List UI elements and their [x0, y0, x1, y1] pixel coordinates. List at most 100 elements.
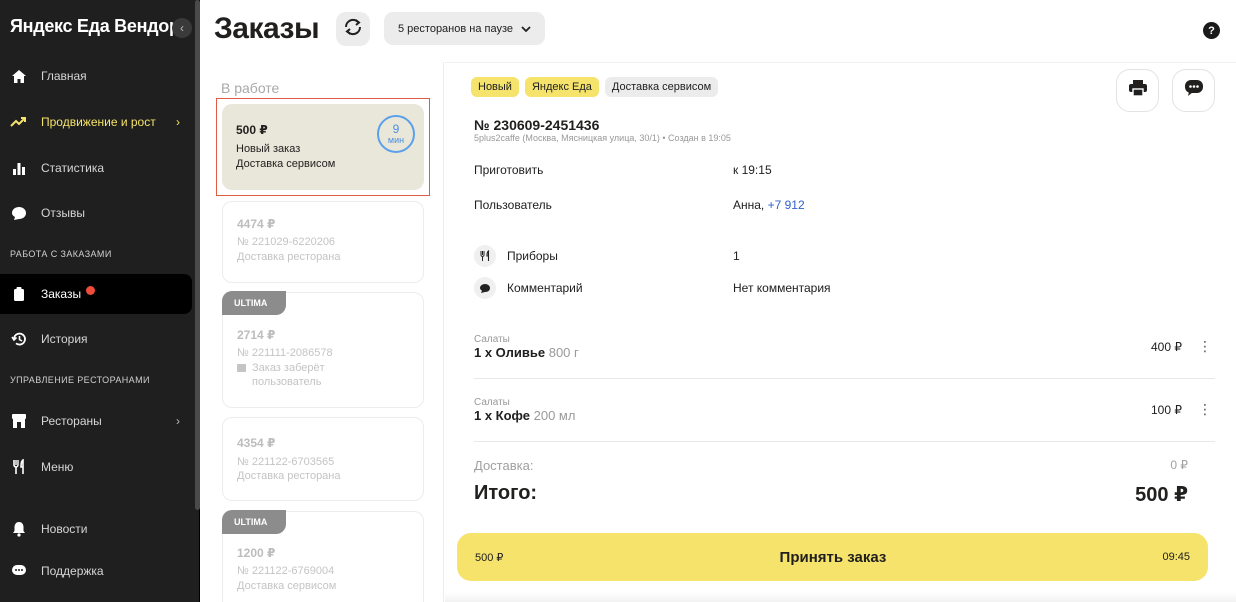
order-number: № 221029-6220206	[237, 236, 336, 248]
order-card[interactable]: 4474 ₽ № 221029-6220206 Доставка рестора…	[222, 201, 424, 283]
support-chat-icon	[10, 562, 28, 580]
bag-icon	[237, 364, 246, 373]
user-value: Анна, +7 912	[733, 198, 805, 212]
order-number: № 221122-6703565	[237, 456, 335, 468]
order-price: 1200 ₽	[237, 546, 276, 560]
item-weight: 800 г	[548, 345, 579, 360]
more-vertical-icon[interactable]: ⋮	[1198, 339, 1212, 353]
selection-highlight	[216, 98, 430, 196]
item-weight: 200 мл	[533, 408, 576, 423]
item-category: Салаты	[474, 334, 510, 345]
order-number: № 221111-2086578	[237, 347, 333, 359]
item-name: 1 x Кофе 200 мл	[474, 408, 576, 423]
divider	[474, 441, 1215, 442]
brand-logo[interactable]: Яндекс Еда Вендор	[10, 16, 180, 37]
order-delivery-type: Доставка ресторана	[237, 251, 341, 263]
sidebar-item-reviews[interactable]: Отзывы	[0, 193, 192, 233]
sidebar-item-label: Заказы	[41, 287, 82, 301]
sidebar-scrollbar[interactable]	[195, 0, 200, 510]
comment-value: Нет комментария	[733, 281, 831, 295]
sidebar-item-statistics[interactable]: Статистика	[0, 148, 192, 188]
paused-restaurants-dropdown[interactable]: 5 ресторанов на паузе	[384, 12, 546, 45]
accept-order-button[interactable]: 500 ₽ Принять заказ 09:45	[457, 533, 1208, 581]
help-icon[interactable]: ?	[1203, 22, 1220, 39]
sidebar-item-orders[interactable]: Заказы	[0, 274, 192, 314]
section-title-restaurants: УПРАВЛЕНИЕ РЕСТОРАНАМИ	[10, 375, 150, 385]
print-button[interactable]	[1116, 69, 1159, 112]
sidebar-item-restaurants[interactable]: Рестораны ›	[0, 401, 192, 441]
sidebar-item-label: Продвижение и рост	[41, 115, 156, 129]
order-price: 4474 ₽	[237, 217, 276, 231]
more-vertical-icon[interactable]: ⋮	[1198, 402, 1212, 416]
user-phone-link[interactable]: +7 912	[768, 198, 805, 212]
bar-chart-icon	[10, 159, 28, 177]
divider	[474, 378, 1215, 379]
orders-icon	[10, 285, 28, 303]
order-restaurant-info: 5plus2caffe (Москва, Мясницкая улица, 30…	[474, 133, 731, 143]
fork-knife-icon	[10, 458, 28, 476]
cutlery-value: 1	[733, 249, 740, 263]
order-number-title: № 230609-2451436	[474, 117, 600, 133]
prepare-value: к 19:15	[733, 163, 772, 177]
item-price: 400 ₽	[1151, 340, 1182, 354]
chevron-right-icon: ›	[176, 115, 180, 129]
printer-icon	[1128, 79, 1148, 102]
accept-price: 500 ₽	[475, 551, 504, 564]
total-value: 500 ₽	[1135, 484, 1188, 506]
order-delivery-type: Доставка сервисом	[237, 580, 337, 592]
user-label: Пользователь	[474, 198, 552, 212]
item-category: Салаты	[474, 397, 510, 408]
sidebar-item-menu[interactable]: Меню	[0, 447, 192, 487]
delivery-value: 0 ₽	[1170, 458, 1188, 472]
chat-icon	[1184, 79, 1204, 102]
cutlery-icon	[474, 245, 496, 267]
store-icon	[10, 412, 28, 430]
history-icon	[10, 330, 28, 348]
sidebar-item-label: Поддержка	[41, 564, 104, 578]
sidebar-item-news[interactable]: Новости	[0, 509, 192, 549]
sidebar-item-promotion[interactable]: Продвижение и рост ›	[0, 102, 192, 142]
sidebar-item-label: Статистика	[41, 161, 105, 175]
comment-label: Комментарий	[507, 281, 583, 295]
sidebar-item-label: История	[41, 332, 88, 346]
chevron-right-icon: ›	[176, 414, 180, 428]
sidebar-item-label: Главная	[41, 69, 87, 83]
sidebar-item-history[interactable]: История	[0, 319, 192, 359]
order-pickup-note-2: пользователь	[252, 376, 322, 388]
order-card[interactable]: 4354 ₽ № 221122-6703565 Доставка рестора…	[222, 417, 424, 501]
order-price: 2714 ₽	[237, 328, 276, 342]
sidebar: Яндекс Еда Вендор ‹ Главная Продвижение …	[0, 0, 200, 602]
paused-restaurants-label: 5 ресторанов на паузе	[398, 22, 514, 35]
total-label: Итого:	[474, 482, 538, 504]
comment-icon	[474, 277, 496, 299]
item-price: 100 ₽	[1151, 403, 1182, 417]
refresh-button[interactable]	[336, 12, 370, 46]
chevron-left-icon: ‹	[180, 21, 184, 35]
ultima-badge: ULTIMA	[222, 291, 286, 315]
accept-timer: 09:45	[1162, 551, 1190, 563]
ultima-badge: ULTIMA	[222, 510, 286, 534]
chat-button[interactable]	[1172, 69, 1215, 112]
bottom-shadow	[445, 592, 1236, 602]
tag-yandex-eda: Яндекс Еда	[524, 77, 599, 97]
sidebar-item-home[interactable]: Главная	[0, 56, 192, 96]
trend-up-icon	[10, 113, 28, 131]
order-delivery-type: Доставка ресторана	[237, 470, 341, 482]
user-name: Анна,	[733, 198, 765, 212]
chevron-down-icon	[521, 23, 531, 35]
bell-icon	[10, 520, 28, 538]
orders-column-label: В работе	[221, 80, 280, 96]
cutlery-label: Приборы	[507, 249, 558, 263]
collapse-sidebar-button[interactable]: ‹	[172, 18, 192, 38]
accept-label: Принять заказ	[779, 548, 887, 566]
sidebar-item-label: Отзывы	[41, 206, 85, 220]
app-root: Яндекс Еда Вендор ‹ Главная Продвижение …	[0, 0, 1236, 602]
order-tags: Новый Яндекс Еда Доставка сервисом	[471, 77, 719, 97]
section-title-orders: РАБОТА С ЗАКАЗАМИ	[10, 249, 112, 259]
notification-dot	[86, 285, 96, 295]
order-price: 4354 ₽	[237, 436, 276, 450]
tag-new: Новый	[471, 77, 519, 97]
chat-bubble-icon	[10, 204, 28, 222]
refresh-icon	[343, 18, 363, 41]
sidebar-item-support[interactable]: Поддержка	[0, 551, 192, 591]
